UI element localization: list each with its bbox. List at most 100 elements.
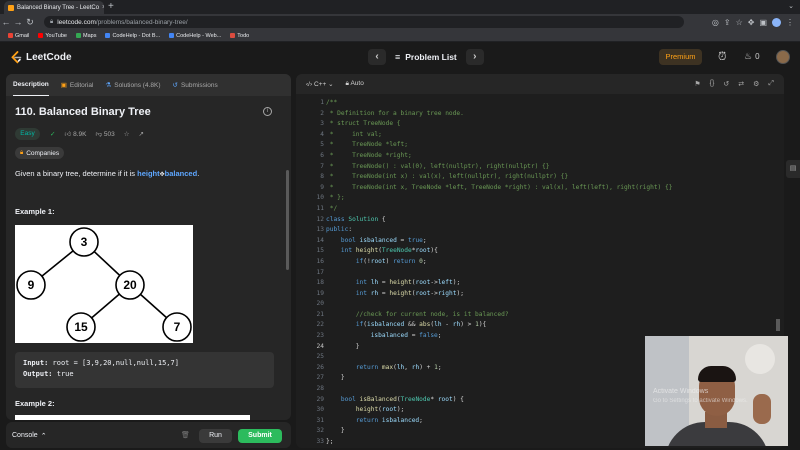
line-number: 26 bbox=[316, 363, 324, 371]
timer-clock-icon[interactable]: ⏰︎ bbox=[718, 51, 727, 64]
youtube-icon bbox=[38, 33, 44, 38]
line-number: 20 bbox=[316, 300, 324, 308]
browser-menu-icon[interactable]: ⋮ bbox=[786, 18, 794, 27]
close-tab-icon[interactable]: × bbox=[102, 4, 104, 11]
auto-mode-toggle[interactable]: 🔒︎ Auto bbox=[346, 80, 364, 88]
line-numbers: 1 2 3 4 5 6 7 8 9 10 11 12 13 14 15 16 17 18 19 20 21 22 23 24 2… bbox=[296, 98, 324, 448]
extensions-puzzle-icon[interactable]: ✥ bbox=[748, 18, 755, 27]
like-button[interactable]: 👍︎ 8.9K bbox=[64, 130, 86, 138]
codehelp-icon bbox=[169, 33, 175, 38]
line-number: 17 bbox=[316, 268, 324, 276]
line-number: 10 bbox=[316, 194, 324, 202]
reload-icon[interactable]: ↻ bbox=[24, 14, 36, 30]
next-problem-button[interactable]: › bbox=[465, 49, 484, 65]
info-icon[interactable]: i bbox=[263, 107, 272, 116]
thumbs-down-icon: 👎︎ bbox=[95, 131, 103, 138]
line-number: 4 bbox=[320, 130, 324, 138]
line-number: 23 bbox=[316, 332, 324, 340]
tab-submissions[interactable]: ↺ Submissions bbox=[172, 74, 217, 96]
history-icon: ↺ bbox=[172, 82, 178, 89]
favorite-star-icon[interactable]: ☆ bbox=[124, 130, 130, 138]
sync-icon[interactable]: ⇄ bbox=[738, 80, 744, 88]
browser-extension-icons: ◎ ⇪ ☆ ✥ ▣ ⋮ bbox=[712, 14, 794, 30]
problem-list-link[interactable]: Problem List bbox=[405, 52, 456, 62]
bookmark-icon[interactable]: ⚑ bbox=[694, 80, 700, 88]
lock-icon: 🔒︎ bbox=[345, 80, 349, 87]
leetcode-logo-icon bbox=[11, 51, 22, 64]
bookmark-codehelp-web[interactable]: CodeHelp - Web... bbox=[169, 33, 221, 39]
todo-icon bbox=[230, 33, 236, 38]
line-number: 14 bbox=[316, 236, 324, 244]
forward-icon[interactable]: → bbox=[12, 14, 24, 30]
line-number: 8 bbox=[320, 173, 324, 181]
description-panel: Description ▣ Editorial ⚗ Solutions (4.8K)… bbox=[6, 74, 291, 420]
bookmark-star-icon[interactable]: ☆ bbox=[736, 18, 743, 27]
line-number: 1 bbox=[320, 99, 324, 106]
balanced-link[interactable]: balanced bbox=[165, 169, 198, 178]
side-panel-toggle-icon[interactable]: ▤ bbox=[786, 160, 800, 178]
tree-node: 15 bbox=[74, 320, 88, 334]
editor-scrollbar[interactable] bbox=[776, 319, 780, 331]
new-tab-icon[interactable]: + bbox=[108, 1, 114, 13]
problem-title: 110. Balanced Binary Tree bbox=[15, 106, 151, 118]
line-number: 25 bbox=[316, 353, 324, 361]
braces-icon[interactable]: {} bbox=[710, 80, 715, 88]
browser-tab-strip bbox=[0, 0, 800, 14]
prev-problem-button[interactable]: ‹ bbox=[368, 49, 386, 65]
companies-tag[interactable]: 🔒︎ Companies bbox=[15, 147, 65, 159]
streak-counter[interactable]: ♨ 0 bbox=[744, 51, 760, 62]
address-bar[interactable]: 🔒︎ leetcode.com/problems/balanced-binary… bbox=[44, 16, 684, 28]
browser-tab[interactable]: Balanced Binary Tree - LeetCo × bbox=[4, 1, 104, 14]
editor-tools: ⚑ {} ↺ ⇄ ⚙ ⤢ bbox=[694, 80, 774, 88]
line-number: 11 bbox=[316, 204, 324, 212]
line-number: 13 bbox=[316, 226, 324, 234]
code-bracket-icon: ‹/› bbox=[306, 81, 313, 88]
tab-editorial[interactable]: ▣ Editorial bbox=[61, 74, 94, 96]
share-icon[interactable]: ↗ bbox=[139, 130, 144, 138]
bookmark-youtube[interactable]: YouTube bbox=[38, 33, 67, 39]
line-number: 22 bbox=[316, 321, 324, 329]
difficulty-badge: Easy bbox=[15, 128, 40, 140]
google-lens-icon[interactable]: ◎ bbox=[712, 18, 719, 27]
trash-icon[interactable]: 🗑︎ bbox=[181, 431, 190, 439]
dislike-button[interactable]: 👎︎ 503 bbox=[95, 130, 114, 138]
tab-description[interactable]: Description bbox=[13, 74, 49, 96]
example-1-heading: Example 1: bbox=[15, 207, 55, 216]
console-toggle[interactable]: Console ⌃ bbox=[12, 432, 47, 440]
share-icon[interactable]: ⇪ bbox=[724, 18, 731, 27]
settings-gear-icon[interactable]: ⚙ bbox=[753, 80, 759, 88]
example-2-heading: Example 2: bbox=[15, 399, 55, 408]
submit-button[interactable]: Submit bbox=[238, 429, 282, 443]
tab-solutions[interactable]: ⚗ Solutions (4.8K) bbox=[105, 74, 160, 96]
language-select[interactable]: ‹/› C++ ⌄ bbox=[306, 80, 334, 88]
fire-icon: ♨ bbox=[744, 51, 753, 61]
line-number: 31 bbox=[316, 416, 324, 424]
bookmark-gmail[interactable]: Gmail bbox=[8, 33, 29, 39]
activate-windows-watermark: Activate Windows bbox=[653, 388, 709, 395]
webcam-lamp bbox=[745, 344, 775, 374]
back-icon[interactable]: ← bbox=[0, 14, 12, 30]
output-value: true bbox=[56, 370, 74, 378]
line-number: 21 bbox=[316, 310, 324, 318]
reset-icon[interactable]: ↺ bbox=[723, 80, 729, 88]
bookmarks-bar: Gmail YouTube Maps CodeHelp - Dot B... C… bbox=[0, 30, 800, 42]
line-number: 27 bbox=[316, 374, 324, 382]
tab-search-chevron-icon[interactable]: ⌄ bbox=[788, 2, 794, 10]
bookmark-maps[interactable]: Maps bbox=[76, 33, 96, 39]
height-balanced-link[interactable]: height bbox=[137, 169, 160, 178]
fullscreen-icon[interactable]: ⤢ bbox=[768, 80, 774, 88]
profile-avatar[interactable] bbox=[772, 17, 781, 27]
sidepanel-icon[interactable]: ▣ bbox=[759, 18, 767, 27]
run-button[interactable]: Run bbox=[199, 429, 232, 443]
tree-node: 3 bbox=[81, 235, 88, 249]
bookmark-codehelp-dot[interactable]: CodeHelp - Dot B... bbox=[105, 33, 160, 39]
line-number: 9 bbox=[320, 183, 324, 191]
leetcode-logo[interactable]: LeetCode bbox=[10, 51, 72, 64]
streak-count: 0 bbox=[755, 52, 760, 61]
input-value: root = [3,9,20,null,null,15,7] bbox=[52, 359, 179, 367]
bookmark-todo[interactable]: Todo bbox=[230, 33, 249, 39]
premium-button[interactable]: Premium bbox=[659, 49, 702, 65]
user-avatar[interactable] bbox=[776, 50, 790, 64]
description-scrollbar[interactable] bbox=[286, 170, 289, 270]
flask-icon: ⚗ bbox=[105, 82, 112, 89]
